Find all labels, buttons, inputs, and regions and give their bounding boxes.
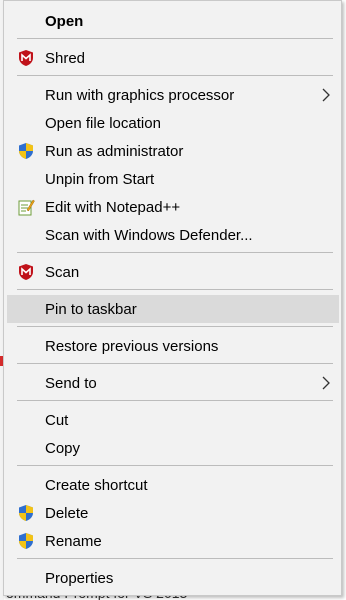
- menu-item-label: Open: [45, 13, 84, 30]
- menu-item-run-as-administrator[interactable]: Run as administrator: [7, 137, 339, 165]
- menu-item-label: Scan with Windows Defender...: [45, 227, 253, 244]
- menu-item-label: Pin to taskbar: [45, 301, 137, 318]
- chevron-right-icon: [321, 375, 331, 391]
- menu-item-label: Restore previous versions: [45, 338, 219, 355]
- chevron-right-icon: [321, 87, 331, 103]
- menu-item-create-shortcut[interactable]: Create shortcut: [7, 471, 339, 499]
- menu-item-label: Run with graphics processor: [45, 87, 235, 104]
- context-menu: Open Shred Run with graphics processor O…: [3, 0, 342, 596]
- notepad-plus-plus-icon: [17, 198, 35, 216]
- menu-item-label: Scan: [45, 264, 80, 281]
- menu-item-send-to[interactable]: Send to: [7, 369, 339, 397]
- uac-shield-icon: [17, 504, 35, 522]
- menu-item-copy[interactable]: Copy: [7, 434, 339, 462]
- menu-item-unpin-from-start[interactable]: Unpin from Start: [7, 165, 339, 193]
- mcafee-icon: [17, 49, 35, 67]
- menu-item-open-file-location[interactable]: Open file location: [7, 109, 339, 137]
- menu-separator: [17, 400, 333, 401]
- menu-item-run-with-graphics-processor[interactable]: Run with graphics processor: [7, 81, 339, 109]
- menu-separator: [17, 252, 333, 253]
- uac-shield-icon: [17, 532, 35, 550]
- menu-item-rename[interactable]: Rename: [7, 527, 339, 555]
- menu-item-open[interactable]: Open: [7, 7, 339, 35]
- menu-item-label: Send to: [45, 375, 97, 392]
- menu-separator: [17, 363, 333, 364]
- menu-separator: [17, 38, 333, 39]
- menu-item-scan-with-windows-defender[interactable]: Scan with Windows Defender...: [7, 221, 339, 249]
- menu-item-label: Delete: [45, 505, 89, 522]
- menu-item-restore-previous-versions[interactable]: Restore previous versions: [7, 332, 339, 360]
- menu-item-label: Run as administrator: [45, 143, 184, 160]
- menu-separator: [17, 558, 333, 559]
- menu-item-label: Open file location: [45, 115, 161, 132]
- menu-item-label: Create shortcut: [45, 477, 148, 494]
- menu-item-label: Shred: [45, 50, 86, 67]
- menu-item-pin-to-taskbar[interactable]: Pin to taskbar: [7, 295, 339, 323]
- menu-item-label: Rename: [45, 533, 102, 550]
- menu-item-label: Unpin from Start: [45, 171, 155, 188]
- menu-separator: [17, 465, 333, 466]
- menu-item-delete[interactable]: Delete: [7, 499, 339, 527]
- mcafee-icon: [17, 263, 35, 281]
- menu-item-edit-with-notepad-plus-plus[interactable]: Edit with Notepad++: [7, 193, 339, 221]
- menu-item-properties[interactable]: Properties: [7, 564, 339, 592]
- menu-item-label: Copy: [45, 440, 81, 457]
- menu-item-label: Cut: [45, 412, 69, 429]
- menu-separator: [17, 75, 333, 76]
- menu-item-cut[interactable]: Cut: [7, 406, 339, 434]
- uac-shield-icon: [17, 142, 35, 160]
- menu-separator: [17, 326, 333, 327]
- menu-separator: [17, 289, 333, 290]
- menu-item-label: Properties: [45, 570, 114, 587]
- menu-item-shred[interactable]: Shred: [7, 44, 339, 72]
- menu-item-scan[interactable]: Scan: [7, 258, 339, 286]
- menu-item-label: Edit with Notepad++: [45, 199, 181, 216]
